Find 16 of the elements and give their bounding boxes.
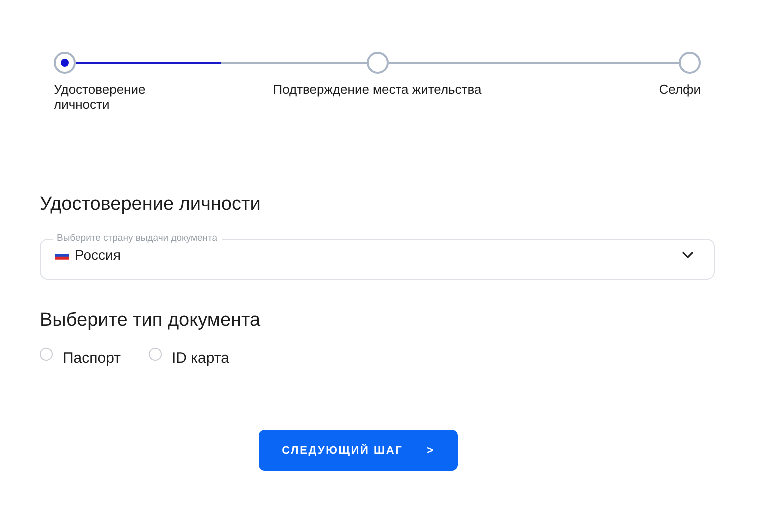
field-value: Россия <box>75 247 122 263</box>
radio-button[interactable] <box>148 348 162 361</box>
next-step-button[interactable]: СЛЕДУЮЩИЙ ШАГ > <box>259 430 458 471</box>
flag-icon <box>55 250 69 260</box>
chevron-down-icon <box>682 251 694 259</box>
section-title: Выберите тип документа <box>40 310 262 332</box>
radio-label: ID карта <box>172 350 230 367</box>
step-label: Удостоверение личности <box>54 82 147 112</box>
section-title: Удостоверение личности <box>40 194 262 216</box>
field-label: Выберите страну выдачи документа <box>56 234 219 244</box>
country-select[interactable]: Выберите страну выдачи документа Россия <box>40 234 715 280</box>
step-circle[interactable] <box>54 52 76 74</box>
radio-label: Паспорт <box>63 350 121 367</box>
radio-button[interactable] <box>40 348 53 361</box>
step-label: Селфи <box>658 82 701 99</box>
step-label: Подтверждение места жительства <box>272 82 483 99</box>
